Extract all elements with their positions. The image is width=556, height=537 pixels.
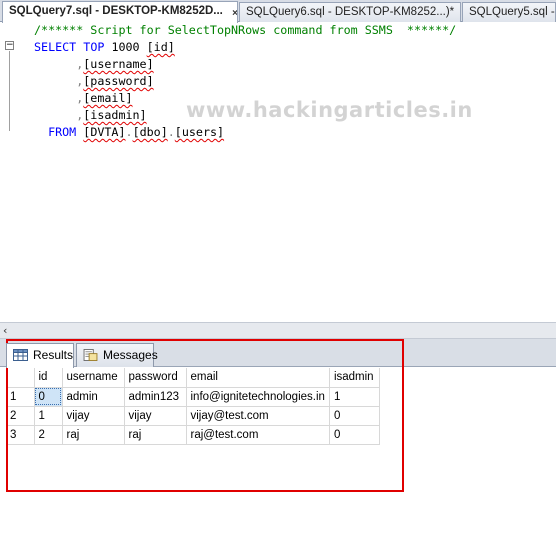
code-token: SELECT: [34, 40, 77, 54]
tab-label: SQLQuery5.sql -: [469, 6, 555, 18]
results-grid[interactable]: id username password email isadmin 1 0 a…: [6, 368, 402, 528]
code-line[interactable]: ,[email]: [34, 90, 133, 107]
code-token: [id]: [146, 40, 175, 54]
code-token: FROM: [34, 125, 77, 139]
cell-email[interactable]: raj@test.com: [186, 425, 330, 445]
code-token: [isadmin]: [83, 108, 147, 122]
code-line[interactable]: FROM [DVTA].[dbo].[users]: [34, 124, 224, 141]
code-token: TOP: [83, 40, 105, 54]
code-token: ,: [34, 57, 84, 71]
tab-sqlquery5[interactable]: SQLQuery5.sql -: [462, 2, 556, 22]
tab-messages-label: Messages: [103, 348, 158, 362]
code-token: [username]: [83, 57, 154, 71]
cell-password[interactable]: vijay: [124, 406, 187, 426]
tab-messages[interactable]: Messages: [76, 343, 158, 367]
table-row[interactable]: 3 2 raj raj raj@test.com 0: [6, 425, 380, 445]
column-header-id[interactable]: id: [34, 368, 63, 388]
code-line[interactable]: ,[isadmin]: [34, 107, 147, 124]
cell-isadmin[interactable]: 0: [329, 425, 380, 445]
code-line[interactable]: ,[password]: [34, 73, 154, 90]
cell-password[interactable]: admin123: [124, 387, 187, 407]
scroll-left-icon[interactable]: ‹: [3, 324, 7, 337]
code-token: ,: [34, 91, 84, 105]
cell-isadmin[interactable]: 1: [329, 387, 380, 407]
query-editor[interactable]: − /****** Script for SelectTopNRows comm…: [0, 22, 556, 322]
grid-header-row: id username password email isadmin: [6, 368, 380, 388]
row-number[interactable]: 2: [6, 406, 35, 426]
code-token: .: [125, 125, 133, 139]
code-line[interactable]: ,[username]: [34, 56, 154, 73]
tab-sqlquery7[interactable]: SQLQuery7.sql - DESKTOP-KM8252D... ×: [2, 1, 238, 23]
code-line[interactable]: SELECT TOP 1000 [id]: [34, 39, 175, 56]
cell-username[interactable]: admin: [62, 387, 125, 407]
document-tab-strip: SQLQuery7.sql - DESKTOP-KM8252D... × SQL…: [0, 0, 556, 23]
code-token: 1000: [104, 40, 147, 54]
column-header-email[interactable]: email: [186, 368, 330, 388]
cell-id[interactable]: 0: [34, 387, 63, 407]
fold-line: [9, 51, 10, 131]
editor-horizontal-scrollbar[interactable]: ‹: [0, 322, 556, 339]
tab-label: SQLQuery7.sql - DESKTOP-KM8252D...: [9, 5, 223, 17]
cell-username[interactable]: raj: [62, 425, 125, 445]
code-token: [DVTA]: [83, 125, 126, 139]
cell-id[interactable]: 2: [34, 425, 63, 445]
tab-results[interactable]: Results: [6, 343, 74, 368]
grid-corner[interactable]: [6, 368, 35, 388]
code-token: [password]: [83, 74, 154, 88]
cell-password[interactable]: raj: [124, 425, 187, 445]
results-pane: Results Messages id username password em…: [0, 339, 556, 537]
code-token: ,: [34, 74, 84, 88]
table-row[interactable]: 2 1 vijay vijay vijay@test.com 0: [6, 406, 380, 426]
column-header-username[interactable]: username: [62, 368, 125, 388]
tab-sqlquery6[interactable]: SQLQuery6.sql - DESKTOP-KM8252...)*: [239, 2, 461, 22]
code-token: [users]: [174, 125, 225, 139]
code-line[interactable]: /****** Script for SelectTopNRows comman…: [34, 22, 456, 39]
column-header-password[interactable]: password: [124, 368, 187, 388]
column-header-isadmin[interactable]: isadmin: [329, 368, 380, 388]
code-token: [email]: [83, 91, 133, 105]
watermark: www.hackingarticles.in: [186, 98, 473, 122]
collapse-icon[interactable]: −: [5, 41, 14, 50]
code-token: .: [167, 125, 175, 139]
messages-icon: [83, 349, 98, 361]
row-number[interactable]: 3: [6, 425, 35, 445]
row-number[interactable]: 1: [6, 387, 35, 407]
grid-icon: [13, 349, 28, 361]
cell-isadmin[interactable]: 0: [329, 406, 380, 426]
code-token: [dbo]: [132, 125, 168, 139]
cell-id[interactable]: 1: [34, 406, 63, 426]
table-row[interactable]: 1 0 admin admin123 info@ignitetechnologi…: [6, 387, 380, 407]
cell-email[interactable]: info@ignitetechnologies.in: [186, 387, 330, 407]
cell-username[interactable]: vijay: [62, 406, 125, 426]
results-tab-strip: Results Messages: [0, 339, 556, 368]
tab-label: SQLQuery6.sql - DESKTOP-KM8252...)*: [246, 6, 455, 18]
close-icon[interactable]: ×: [229, 8, 237, 20]
tab-results-label: Results: [33, 348, 74, 362]
code-token: ,: [34, 108, 84, 122]
code-token: /****** Script for SelectTopNRows comman…: [34, 23, 457, 37]
editor-gutter: −: [0, 22, 20, 322]
cell-email[interactable]: vijay@test.com: [186, 406, 330, 426]
